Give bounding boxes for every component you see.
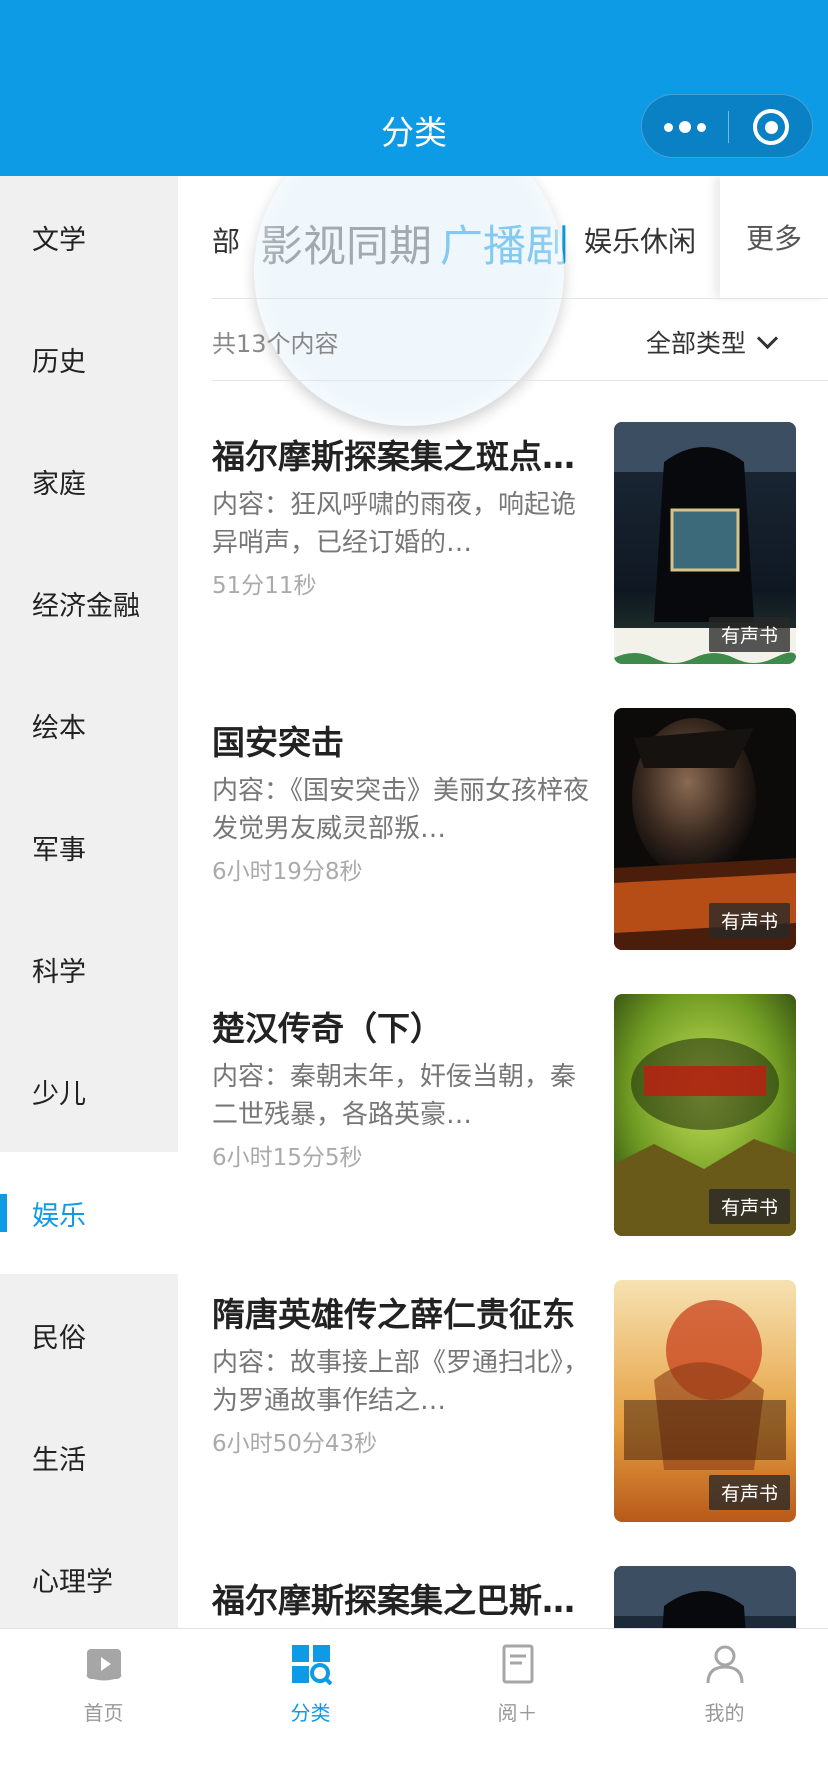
tab-read-plus[interactable]: 阅＋ <box>414 1629 621 1749</box>
chevron-down-icon <box>756 327 779 349</box>
sidebar-item-entertainment[interactable]: 娱乐 <box>0 1152 178 1274</box>
tab-home[interactable]: 首页 <box>0 1629 207 1749</box>
cover-image: 有声书 <box>614 994 796 1236</box>
type-filter-dropdown[interactable]: 全部类型 <box>646 324 779 360</box>
sidebar-item-label: 科学 <box>32 956 86 988</box>
sidebar-item-picture-book[interactable]: 绘本 <box>0 664 178 786</box>
category-sidebar: 文学 历史 家庭 经济金融 绘本 军事 科学 少儿 娱乐 民俗 生活 心理学 <box>0 176 178 1628</box>
user-icon <box>706 1645 743 1684</box>
sidebar-item-life[interactable]: 生活 <box>0 1396 178 1518</box>
divider <box>212 380 828 381</box>
cover-image: 有声书 <box>614 708 796 950</box>
item-title: 福尔摩斯探案集之巴斯… <box>212 1581 575 1620</box>
content-panel: 部 影视同期 广播剧 娱乐休闲 更多 共13个内容 全部类型 福尔摩斯探案集之斑… <box>178 176 828 1628</box>
tab-label: 我的 <box>704 1701 745 1725</box>
sidebar-item-folk[interactable]: 民俗 <box>0 1274 178 1396</box>
item-description: 内容：故事接上部《罗通扫北》，为罗通故事作结之… <box>212 1348 590 1416</box>
sidebar-item-label: 历史 <box>32 346 86 378</box>
list-item[interactable]: 福尔摩斯探案集之巴斯… <box>212 1566 828 1628</box>
more-categories-button[interactable]: 更多 <box>720 176 828 298</box>
sidebar-item-economy-finance[interactable]: 经济金融 <box>0 542 178 664</box>
sidebar-item-science[interactable]: 科学 <box>0 908 178 1030</box>
item-description: 内容：狂风呼啸的雨夜，响起诡异哨声，已经订婚的… <box>212 490 577 558</box>
sidebar-item-label: 心理学 <box>32 1566 113 1598</box>
cover-image <box>614 1566 796 1628</box>
item-duration: 51分11秒 <box>212 573 317 599</box>
subtab-film-tv[interactable]: 影视同期 <box>260 212 432 274</box>
list-item[interactable]: 楚汉传奇（下） 内容：秦朝末年，奸佞当朝，秦二世残暴，各路英豪… 6小时15分5… <box>212 994 828 1252</box>
subtab-radio-drama[interactable]: 广播剧 <box>440 212 569 274</box>
item-duration: 6小时19分8秒 <box>212 859 363 885</box>
sidebar-item-children[interactable]: 少儿 <box>0 1030 178 1152</box>
item-title: 国安突击 <box>212 723 344 762</box>
item-description: 内容：《国安突击》美丽女孩梓夜发觉男友威灵部叛… <box>212 776 590 844</box>
tab-mine[interactable]: 我的 <box>621 1629 828 1749</box>
sidebar-item-label: 少儿 <box>32 1078 86 1110</box>
item-description: 内容：秦朝末年，奸佞当朝，秦二世残暴，各路英豪… <box>212 1062 577 1130</box>
list-item[interactable]: 国安突击 内容：《国安突击》美丽女孩梓夜发觉男友威灵部叛… 6小时19分8秒 有… <box>212 708 828 966</box>
item-title: 隋唐英雄传之薛仁贵征东 <box>212 1295 575 1334</box>
audiobook-badge: 有声书 <box>708 1475 790 1510</box>
item-duration: 6小时15分5秒 <box>212 1145 363 1171</box>
sidebar-item-label: 生活 <box>32 1444 86 1476</box>
sidebar-item-military[interactable]: 军事 <box>0 786 178 908</box>
audiobook-badge: 有声书 <box>708 903 790 938</box>
sidebar-item-label: 绘本 <box>32 712 86 744</box>
tab-category[interactable]: 分类 <box>207 1629 414 1749</box>
close-mini-program-icon[interactable] <box>728 95 814 159</box>
bottom-tab-bar: 首页 分类 阅＋ 我的 <box>0 1628 828 1792</box>
play-book-icon <box>85 1649 122 1681</box>
category-grid-icon <box>291 1645 332 1685</box>
tab-label: 阅＋ <box>497 1701 538 1725</box>
tab-label: 分类 <box>290 1701 331 1725</box>
sidebar-item-label: 文学 <box>32 224 86 256</box>
cover-image: 有声书 <box>614 1280 796 1522</box>
header-bar: 分类 <box>0 0 828 176</box>
item-duration: 6小时50分43秒 <box>212 1431 378 1457</box>
subtab-all-partial[interactable]: 部 <box>212 220 240 260</box>
item-title: 福尔摩斯探案集之斑点… <box>212 437 575 476</box>
sidebar-item-label: 娱乐 <box>32 1200 86 1232</box>
sidebar-item-label: 军事 <box>32 834 86 866</box>
result-count: 共13个内容 <box>212 330 339 358</box>
sidebar-item-history[interactable]: 历史 <box>0 298 178 420</box>
sidebar-item-label: 民俗 <box>32 1322 86 1354</box>
mini-program-capsule <box>641 94 813 158</box>
subtab-leisure[interactable]: 娱乐休闲 <box>584 220 696 260</box>
audiobook-badge: 有声书 <box>708 1189 790 1224</box>
sidebar-item-label: 家庭 <box>32 468 86 500</box>
cover-image: 有声书 <box>614 422 796 664</box>
filter-label: 全部类型 <box>646 329 747 358</box>
audiobook-badge: 有声书 <box>708 617 790 652</box>
divider <box>212 298 828 299</box>
list-item[interactable]: 福尔摩斯探案集之斑点… 内容：狂风呼啸的雨夜，响起诡异哨声，已经订婚的… 51分… <box>212 422 828 680</box>
subcategory-tabs: 部 影视同期 广播剧 娱乐休闲 更多 <box>178 176 828 298</box>
list-item[interactable]: 隋唐英雄传之薛仁贵征东 内容：故事接上部《罗通扫北》，为罗通故事作结之… 6小时… <box>212 1280 828 1538</box>
sidebar-item-family[interactable]: 家庭 <box>0 420 178 542</box>
sidebar-item-psychology[interactable]: 心理学 <box>0 1518 178 1640</box>
sidebar-item-literature[interactable]: 文学 <box>0 176 178 298</box>
read-doc-icon <box>502 1644 533 1684</box>
tab-label: 首页 <box>83 1701 124 1725</box>
more-options-icon[interactable] <box>642 95 728 159</box>
item-title: 楚汉传奇（下） <box>212 1009 443 1048</box>
sidebar-item-label: 经济金融 <box>32 590 140 622</box>
